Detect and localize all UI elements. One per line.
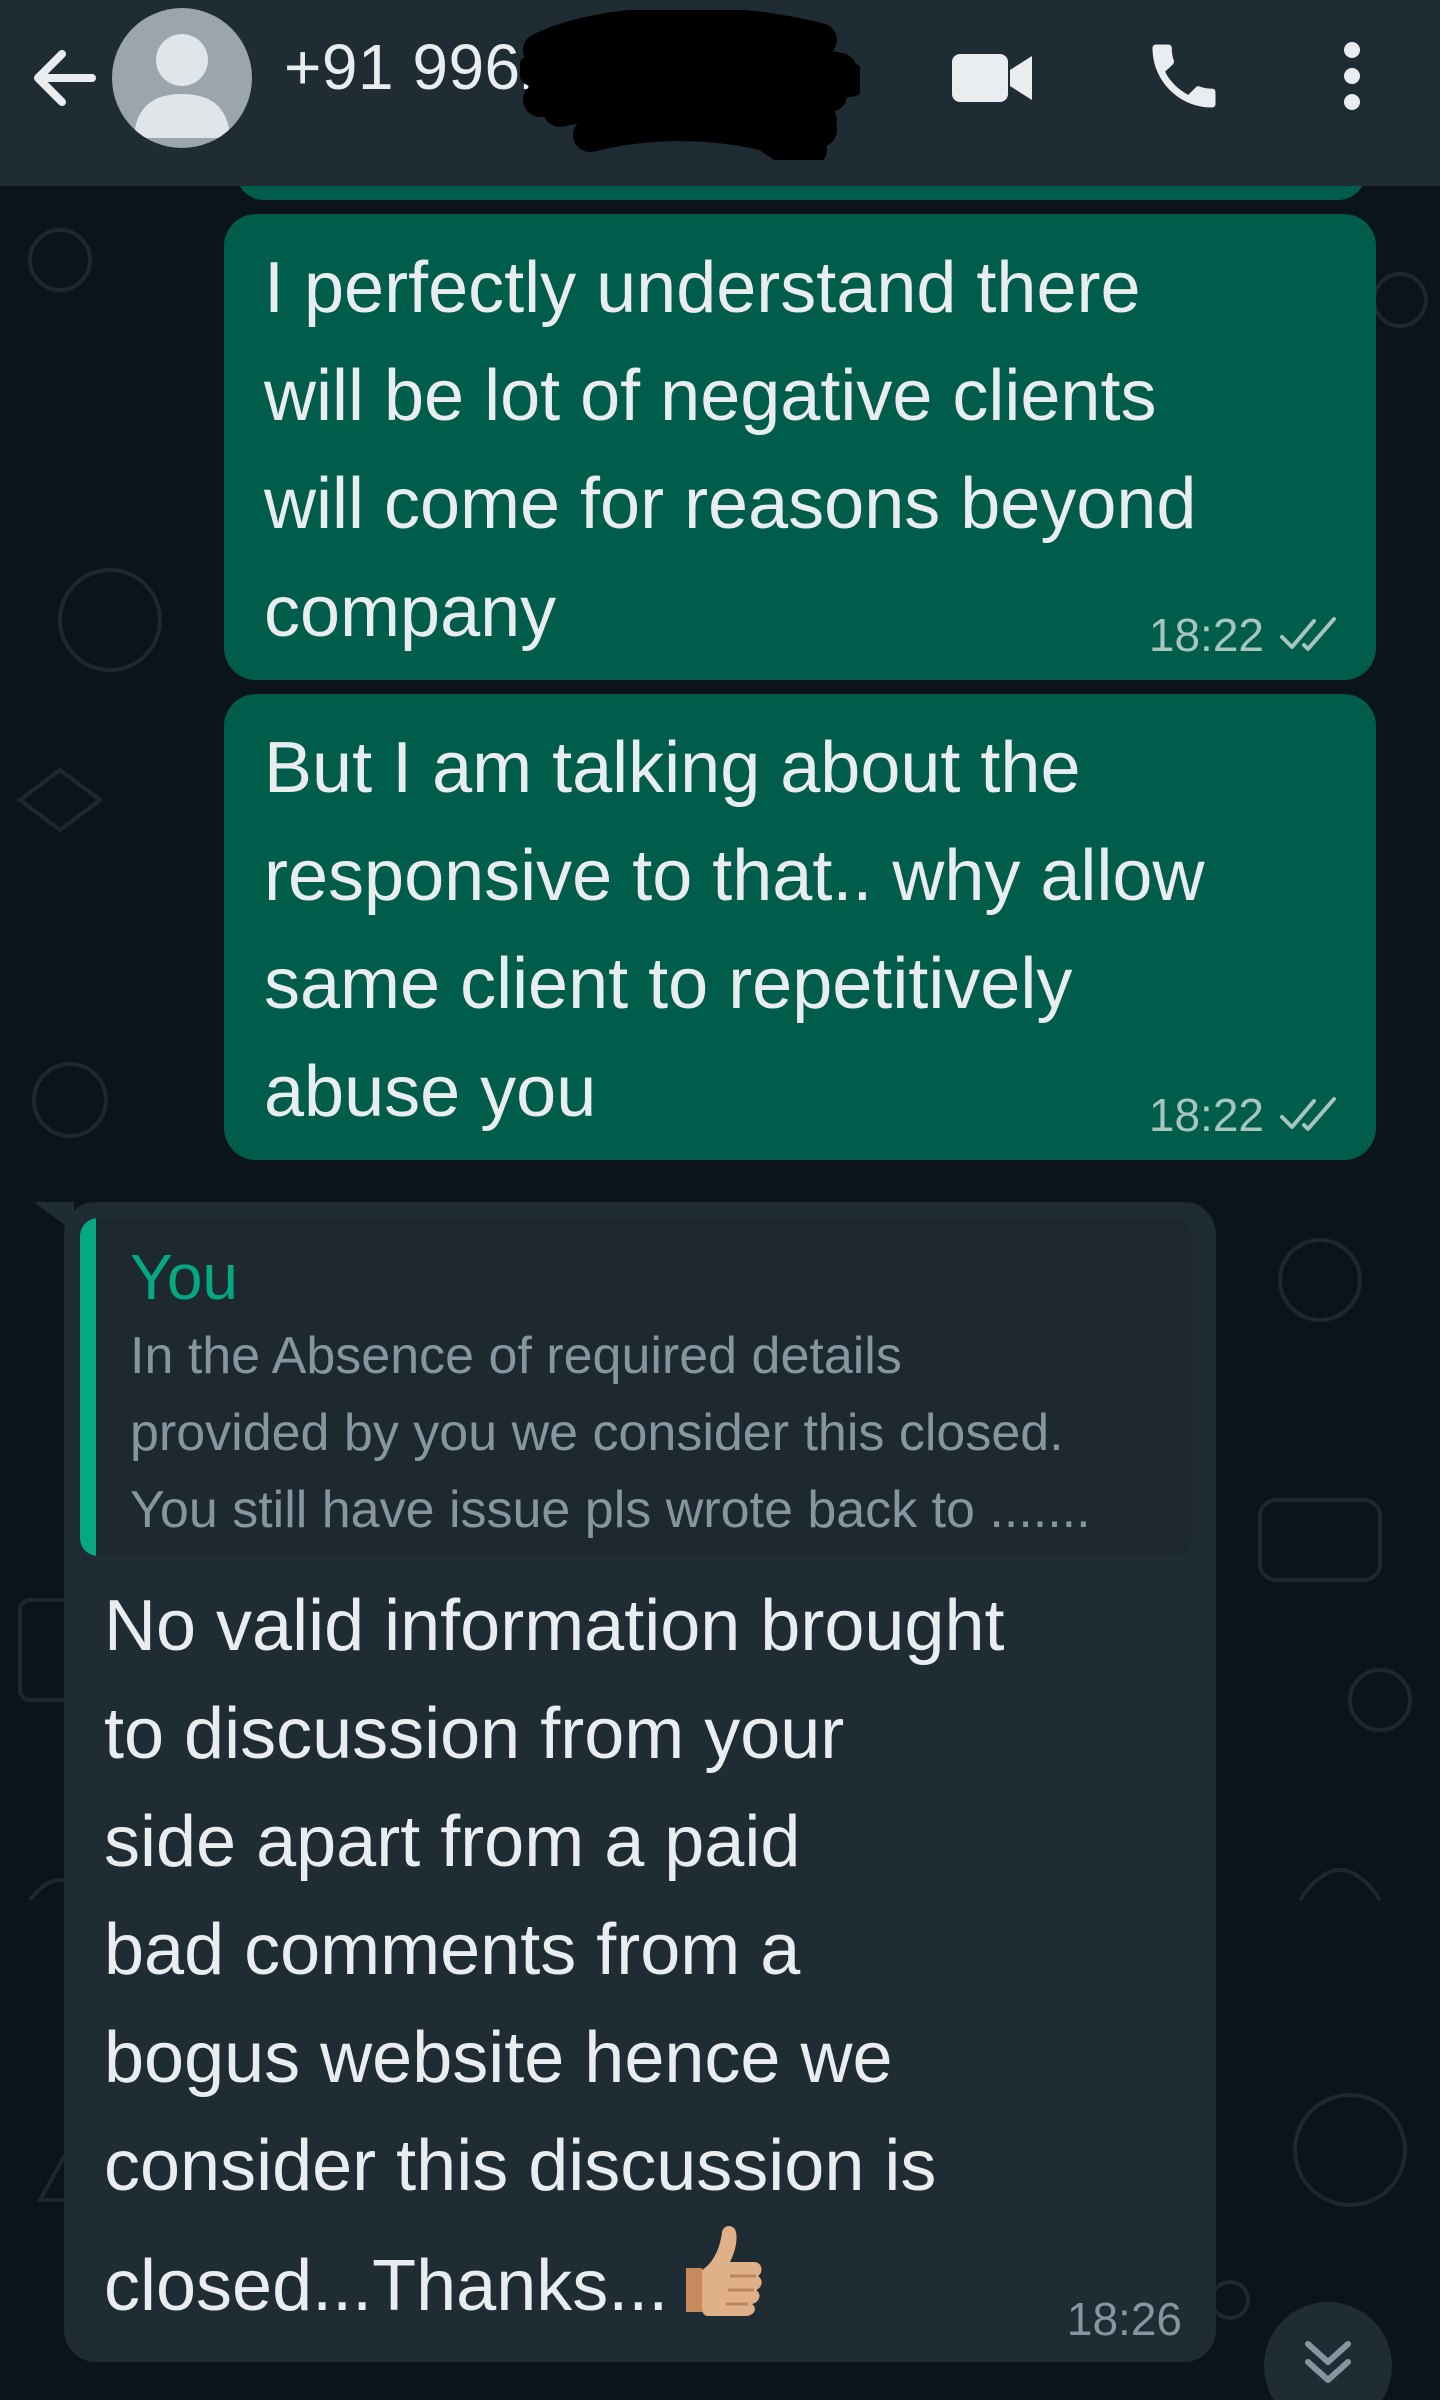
overflow-menu-button[interactable] [1322, 34, 1382, 118]
back-button[interactable] [22, 36, 106, 120]
arrow-left-icon [34, 50, 96, 106]
thumbs-up-emoji-icon [686, 2226, 762, 2316]
message-text: But I am talking about the responsive to… [264, 728, 1205, 1132]
double-chevron-down-icon [1305, 2341, 1351, 2383]
bubble-tail [34, 1202, 74, 1232]
voice-call-button[interactable] [1142, 34, 1226, 118]
quoted-reply[interactable]: You In the Absence of required details p… [80, 1218, 1192, 1556]
redaction-scribble [520, 10, 860, 160]
incoming-message[interactable]: You In the Absence of required details p… [34, 1202, 1216, 2362]
video-call-button[interactable] [946, 38, 1038, 118]
chat-screen: +91 99621 I perfectly understand there w… [0, 0, 1440, 2400]
double-check-icon [1280, 1097, 1336, 1131]
double-check-icon [1280, 617, 1336, 651]
chat-header: +91 99621 [0, 0, 1440, 186]
phone-icon [1152, 44, 1216, 108]
message-meta: 18:22 [1149, 608, 1344, 662]
message-text: I perfectly understand there will be lot… [264, 248, 1197, 652]
message-text: No valid information brought to discussi… [104, 1586, 1005, 2326]
quote-author: You [130, 1241, 238, 1313]
video-camera-icon [952, 54, 1032, 102]
outgoing-message[interactable]: I perfectly understand there will be lot… [224, 214, 1376, 680]
contact-avatar[interactable] [112, 8, 252, 148]
kebab-menu-icon [1344, 42, 1360, 110]
message-time: 18:22 [1148, 609, 1264, 661]
quote-text: In the Absence of required details provi… [130, 1327, 1091, 1539]
outgoing-message[interactable]: But I am talking about the responsive to… [224, 694, 1376, 1160]
default-person-icon [134, 34, 230, 138]
message-body: No valid information brought to discussi… [104, 1572, 1184, 2340]
message-time: 18:26 [1066, 2293, 1182, 2345]
message-meta: 18:22 [1149, 1088, 1344, 1142]
quote-accent-bar [80, 1218, 96, 1556]
message-time: 18:22 [1148, 1089, 1264, 1141]
